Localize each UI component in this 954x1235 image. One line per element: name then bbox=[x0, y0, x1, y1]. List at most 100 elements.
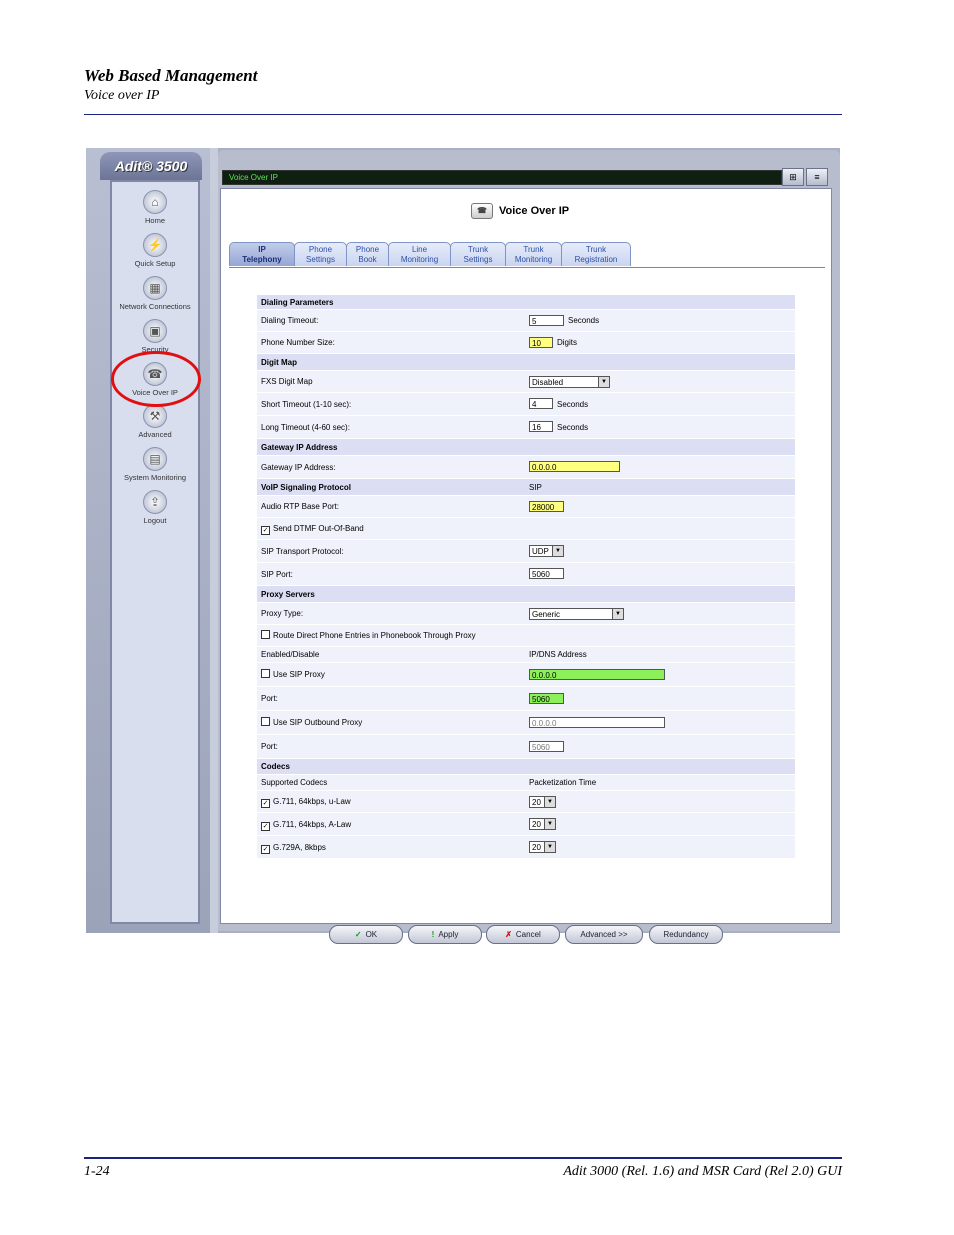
field-label: Audio RTP Base Port: bbox=[261, 502, 339, 511]
fxs-digit-map-select[interactable]: Disabled ▼ bbox=[529, 376, 610, 388]
tab-label: Settings bbox=[306, 254, 335, 264]
packetization-time-select[interactable]: 20 ▼ bbox=[529, 796, 556, 808]
section-voip-signaling: VoIP Signaling Protocol SIP bbox=[257, 479, 795, 496]
chevron-down-icon: ▼ bbox=[544, 819, 555, 829]
footer-text: Adit 3000 (Rel. 1.6) and MSR Card (Rel 2… bbox=[563, 1164, 842, 1179]
tab-label: Trunk bbox=[467, 245, 489, 254]
section-proxy-servers: Proxy Servers bbox=[257, 586, 795, 603]
nav-label: Network Connections bbox=[119, 302, 191, 311]
row-codec: ✓ G.729A, 8kbps 20 ▼ bbox=[257, 836, 795, 859]
tab-trunk-registration[interactable]: Trunk Registration bbox=[561, 242, 631, 266]
tab-trunk-monitoring[interactable]: Trunk Monitoring bbox=[505, 242, 562, 266]
field-label: FXS Digit Map bbox=[261, 377, 313, 386]
section-label: Digit Map bbox=[261, 358, 297, 367]
sip-outbound-port-input[interactable]: 5060 bbox=[529, 741, 564, 752]
nav-logout[interactable]: ⇪ Logout bbox=[112, 490, 198, 525]
nav-security[interactable]: ▣ Security bbox=[112, 319, 198, 354]
long-timeout-input[interactable]: 16 bbox=[529, 421, 553, 432]
network-icon: ▦ bbox=[143, 276, 167, 300]
proxy-type-select[interactable]: Generic ▼ bbox=[529, 608, 624, 620]
sip-proxy-port-input[interactable]: 5060 bbox=[529, 693, 564, 704]
section-digit-map: Digit Map bbox=[257, 354, 795, 371]
dialing-timeout-input[interactable]: 5 bbox=[529, 315, 564, 326]
exclamation-icon: ! bbox=[431, 930, 435, 939]
lock-icon: ▣ bbox=[143, 319, 167, 343]
field-label: SIP Port: bbox=[261, 570, 293, 579]
button-label: OK bbox=[365, 930, 378, 939]
send-dtmf-checkbox[interactable]: ✓ Send DTMF Out-Of-Band bbox=[261, 518, 364, 540]
nav-home[interactable]: ⌂ Home bbox=[112, 190, 198, 225]
packetization-time-select[interactable]: 20 ▼ bbox=[529, 818, 556, 830]
menu-button[interactable]: ≡ bbox=[806, 168, 828, 186]
sitemap-icon: ⊞ bbox=[789, 172, 797, 182]
use-sip-outbound-checkbox[interactable]: Use SIP Outbound Proxy bbox=[261, 711, 362, 735]
address-bar: Voice Over IP bbox=[222, 170, 782, 185]
section-label: Dialing Parameters bbox=[261, 298, 334, 307]
field-label: Port: bbox=[261, 694, 278, 703]
frame-gap bbox=[210, 148, 218, 933]
tab-label: IP bbox=[258, 245, 266, 254]
advanced-button[interactable]: Advanced >> bbox=[565, 925, 643, 944]
page-title: ☎ Voice Over IP bbox=[471, 203, 569, 219]
tab-label: Line bbox=[411, 245, 428, 254]
select-value: Generic bbox=[532, 610, 561, 619]
tab-label: Monitoring bbox=[400, 254, 439, 264]
nav-advanced[interactable]: ⚒ Advanced bbox=[112, 404, 198, 439]
checkbox-checked-icon: ✓ bbox=[261, 845, 270, 854]
tab-line-monitoring[interactable]: Line Monitoring bbox=[388, 242, 451, 266]
sip-port-input[interactable]: 5060 bbox=[529, 568, 564, 579]
tab-ip-telephony[interactable]: IP Telephony bbox=[229, 242, 295, 266]
sidebar: Adit® 3500 ⌂ Home ⚡ Quick Setup ▦ Networ… bbox=[86, 148, 212, 933]
nav-system-monitoring[interactable]: ▤ System Monitoring bbox=[112, 447, 198, 482]
apply-button[interactable]: ! Apply bbox=[408, 925, 482, 944]
page-number: 1-24 bbox=[84, 1164, 110, 1179]
row-route-direct: Route Direct Phone Entries in Phonebook … bbox=[257, 625, 795, 647]
brand-logo: Adit® 3500 bbox=[100, 152, 202, 180]
unit-label: Seconds bbox=[568, 316, 600, 325]
close-icon: ✗ bbox=[505, 930, 512, 939]
field-label: Short Timeout (1-10 sec): bbox=[261, 400, 352, 409]
tab-trunk-settings[interactable]: Trunk Settings bbox=[450, 242, 506, 266]
logout-icon: ⇪ bbox=[143, 490, 167, 514]
nav-quick-setup[interactable]: ⚡ Quick Setup bbox=[112, 233, 198, 268]
sip-outbound-address-input[interactable]: 0.0.0.0 bbox=[529, 717, 665, 728]
packetization-time-select[interactable]: 20 ▼ bbox=[529, 841, 556, 853]
button-label: Cancel bbox=[515, 930, 541, 939]
field-label: Gateway IP Address: bbox=[261, 463, 336, 472]
audio-rtp-port-input[interactable]: 28000 bbox=[529, 501, 564, 512]
select-value: Disabled bbox=[532, 378, 564, 387]
tab-phone-settings[interactable]: Phone Settings bbox=[294, 242, 347, 266]
route-direct-checkbox[interactable]: Route Direct Phone Entries in Phonebook … bbox=[261, 625, 476, 647]
short-timeout-input[interactable]: 4 bbox=[529, 398, 553, 409]
nav-panel: ⌂ Home ⚡ Quick Setup ▦ Network Connectio… bbox=[110, 180, 200, 924]
chevron-down-icon: ▼ bbox=[544, 842, 555, 852]
row-gateway-ip: Gateway IP Address: 0.0.0.0 bbox=[257, 456, 795, 479]
codec-checkbox[interactable]: ✓ G.711, 64kbps, u-Law bbox=[261, 791, 351, 813]
tab-label: Settings bbox=[463, 254, 493, 264]
tab-label: Telephony bbox=[242, 254, 282, 264]
use-sip-proxy-checkbox[interactable]: Use SIP Proxy bbox=[261, 663, 325, 687]
sip-proxy-address-input[interactable]: 0.0.0.0 bbox=[529, 669, 665, 680]
checkbox-checked-icon: ✓ bbox=[261, 526, 270, 535]
section-label: Proxy Servers bbox=[261, 590, 315, 599]
site-map-button[interactable]: ⊞ bbox=[782, 168, 804, 186]
checkbox-label: Route Direct Phone Entries in Phonebook … bbox=[273, 631, 476, 640]
codec-checkbox[interactable]: ✓ G.711, 64kbps, A-Law bbox=[261, 813, 351, 836]
cancel-button[interactable]: ✗ Cancel bbox=[486, 925, 560, 944]
sip-transport-select[interactable]: UDP ▼ bbox=[529, 545, 564, 557]
checkbox-label: G.711, 64kbps, A-Law bbox=[273, 820, 352, 829]
column-header: IP/DNS Address bbox=[529, 650, 587, 659]
checkbox-label: Send DTMF Out-Of-Band bbox=[273, 524, 364, 533]
phone-number-size-input[interactable]: 10 bbox=[529, 337, 553, 348]
gateway-ip-input[interactable]: 0.0.0.0 bbox=[529, 461, 620, 472]
nav-network-connections[interactable]: ▦ Network Connections bbox=[112, 276, 198, 311]
section-label: VoIP Signaling Protocol bbox=[261, 483, 351, 492]
redundancy-button[interactable]: Redundancy bbox=[649, 925, 723, 944]
section-codecs: Codecs bbox=[257, 759, 795, 775]
row-phone-number-size: Phone Number Size: 10 Digits bbox=[257, 332, 795, 354]
tab-phone-book[interactable]: Phone Book bbox=[346, 242, 389, 266]
row-codec: ✓ G.711, 64kbps, A-Law 20 ▼ bbox=[257, 813, 795, 836]
ok-button[interactable]: ✓ OK bbox=[329, 925, 403, 944]
codec-checkbox[interactable]: ✓ G.729A, 8kbps bbox=[261, 836, 326, 859]
row-proxy-type: Proxy Type: Generic ▼ bbox=[257, 603, 795, 625]
